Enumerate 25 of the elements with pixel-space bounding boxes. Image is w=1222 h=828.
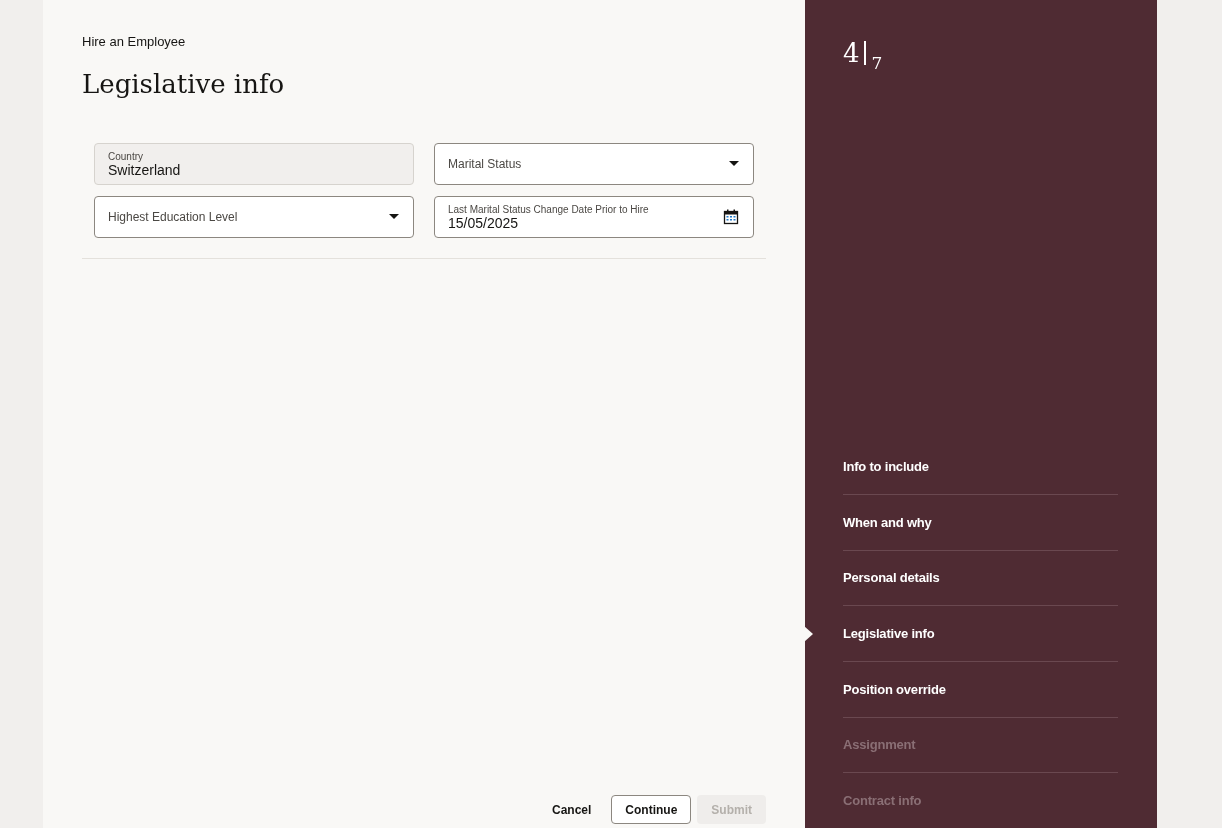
step-label: Assignment [843, 737, 916, 753]
calendar-icon[interactable] [723, 209, 739, 225]
task-title: Hire an Employee [82, 34, 187, 49]
step-label: Contract info [843, 793, 922, 809]
total-steps-number: 7 [871, 54, 883, 72]
step-label: Position override [843, 681, 946, 697]
step-item[interactable]: Personal details [843, 550, 1118, 607]
step-label: When and why [843, 514, 932, 530]
dropdown-field[interactable]: Highest Education Level [94, 196, 414, 238]
step-item[interactable]: Info to include [843, 439, 1118, 495]
step-item[interactable]: When and why [843, 494, 1118, 551]
caret-down-icon[interactable] [389, 214, 399, 220]
date-field[interactable]: Last Marital Status Change Date Prior to Hire 15/05/2025 [434, 196, 754, 238]
current-step-number: 4 [843, 38, 860, 68]
caret-down-icon[interactable] [729, 161, 739, 167]
cancel-button[interactable]: Cancel [537, 795, 606, 824]
dropdown-field[interactable]: Marital Status [434, 143, 754, 185]
page-title: Legislative info [82, 69, 286, 99]
step-label: Info to include [843, 459, 929, 475]
step-label: Personal details [843, 570, 940, 586]
continue-button[interactable]: Continue [611, 795, 692, 824]
input-field: Country Switzerland [94, 143, 414, 185]
step-label: Legislative info [843, 626, 935, 642]
step-item[interactable]: Legislative info [843, 606, 1118, 662]
step-item[interactable]: Position override [843, 661, 1118, 718]
